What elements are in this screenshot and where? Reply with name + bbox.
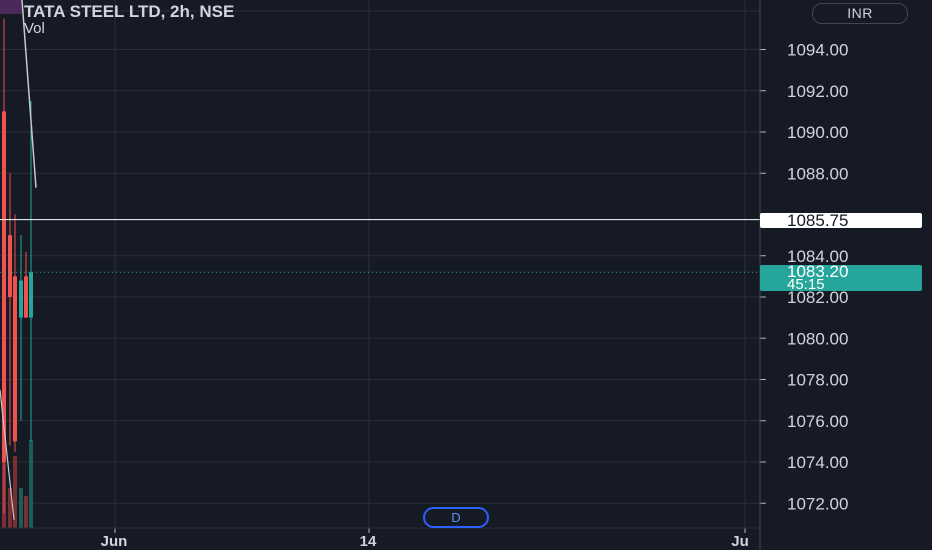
volume-bar [19, 488, 23, 528]
volume-bar [29, 440, 33, 528]
crosshair-price-label: 1085.75 [760, 212, 922, 229]
chart-overlay [0, 219, 760, 273]
volume-bar [24, 496, 28, 528]
symbol-title[interactable]: TATA STEEL LTD, 2h, NSE [24, 2, 234, 21]
candle-body [13, 276, 17, 442]
indicator-band [0, 0, 22, 14]
time-tick-label: Jun [101, 533, 128, 550]
volume-indicator-label[interactable]: Vol [24, 21, 234, 37]
currency-badge[interactable]: INR [812, 3, 908, 24]
candle-body [8, 235, 12, 297]
last-price-label: 1083.20 45:15 [760, 263, 922, 294]
price-tick-label: 1090.00 [787, 123, 848, 142]
candle-body [24, 276, 28, 318]
candle-body [19, 280, 23, 318]
price-tick-label: 1094.00 [787, 41, 848, 60]
price-tick-label: 1080.00 [787, 329, 848, 348]
time-tick-label: Ju [731, 533, 749, 550]
chart-legend: TATA STEEL LTD, 2h, NSE Vol [24, 2, 234, 37]
timeframe-d-button[interactable]: D [423, 507, 489, 528]
price-tick-label: 1072.00 [787, 494, 848, 513]
chart-grid [0, 0, 760, 528]
candle-body [29, 272, 33, 318]
price-tick-label: 1092.00 [787, 82, 848, 101]
price-tick-label: 1088.00 [787, 164, 848, 183]
price-tick-label: 1078.00 [787, 371, 848, 390]
bar-countdown: 45:15 [787, 276, 825, 294]
price-tick-label: 1074.00 [787, 453, 848, 472]
time-tick-label: 14 [360, 533, 377, 550]
time-axis[interactable]: Jun 14 Ju [0, 527, 760, 550]
price-tick-label: 1076.00 [787, 412, 848, 431]
